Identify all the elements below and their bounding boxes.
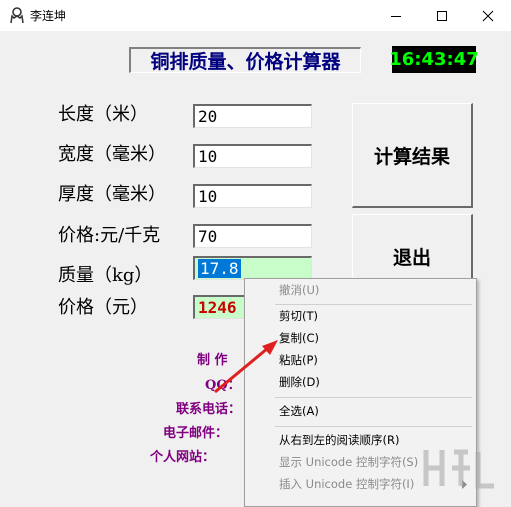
total-price-value: 1246 bbox=[198, 298, 237, 317]
menu-separator bbox=[275, 426, 472, 427]
maximize-icon bbox=[437, 10, 447, 21]
width-label: 宽度（毫米） bbox=[58, 144, 166, 165]
calculate-button[interactable]: 计算结果 bbox=[352, 103, 473, 208]
minimize-icon bbox=[391, 15, 401, 17]
menu-item-undo[interactable]: 撤消(U) bbox=[246, 279, 475, 301]
menu-item-select-all[interactable]: 全选(A) bbox=[246, 400, 475, 422]
mass-result-selected-text[interactable]: 17.8 bbox=[198, 259, 241, 278]
email-label: 电子邮件： bbox=[163, 426, 229, 441]
length-label: 长度（米） bbox=[58, 104, 148, 125]
phone-label: 联系电话： bbox=[176, 402, 242, 417]
minimize-button[interactable] bbox=[373, 0, 419, 31]
close-button[interactable] bbox=[465, 0, 511, 31]
website-label: 个人网站： bbox=[150, 450, 216, 465]
watermark-logo-icon bbox=[423, 449, 494, 489]
thickness-label: 厚度（毫米） bbox=[58, 184, 166, 205]
menu-item-cut[interactable]: 剪切(T) bbox=[246, 305, 475, 327]
menu-item-copy[interactable]: 复制(C) bbox=[246, 327, 475, 349]
length-input[interactable]: 20 bbox=[193, 104, 312, 128]
thickness-input[interactable]: 10 bbox=[193, 184, 312, 208]
price-per-kg-input[interactable]: 70 bbox=[193, 224, 312, 248]
clock-display: 16:43:47 bbox=[389, 46, 479, 73]
window-title: 李连坤 bbox=[30, 9, 67, 23]
mass-result-field[interactable]: 17.8 bbox=[193, 256, 312, 280]
watermark-logo bbox=[420, 442, 500, 501]
menu-separator bbox=[275, 397, 472, 398]
maximize-button[interactable] bbox=[419, 0, 465, 31]
menu-item-delete[interactable]: 删除(D) bbox=[246, 371, 475, 393]
qq-label: QQ： bbox=[205, 378, 241, 393]
total-price-label: 价格（元） bbox=[58, 297, 148, 318]
person-icon bbox=[10, 7, 24, 24]
mass-label: 质量（kg） bbox=[58, 265, 153, 286]
app-heading: 铜排质量、价格计算器 bbox=[129, 47, 361, 73]
close-icon bbox=[482, 10, 494, 21]
author-label: 制 作 bbox=[197, 353, 228, 368]
price-per-kg-label: 价格:元/千克 bbox=[58, 225, 161, 246]
menu-item-paste[interactable]: 粘贴(P) bbox=[246, 349, 475, 371]
width-input[interactable]: 10 bbox=[193, 144, 312, 168]
title-bar: 李连坤 bbox=[0, 0, 511, 32]
